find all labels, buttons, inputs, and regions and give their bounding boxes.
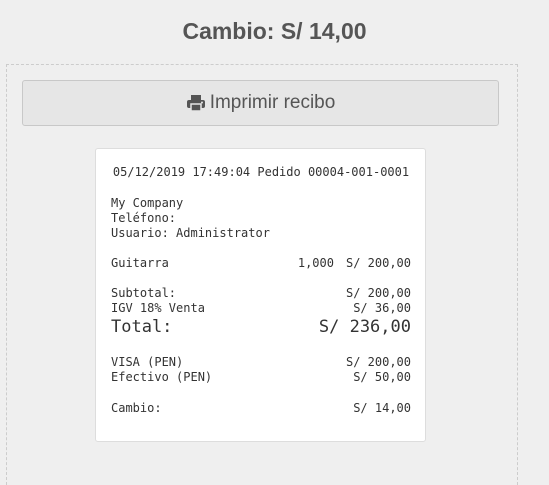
total-row: Total: S/ 236,00	[111, 316, 411, 338]
receipt-payments: VISA (PEN) S/ 200,00 Efectivo (PEN) S/ 5…	[111, 355, 411, 385]
payment-row: Efectivo (PEN) S/ 50,00	[111, 370, 411, 385]
receipt-company-block: My Company Teléfono: Usuario: Administra…	[111, 196, 411, 241]
payment-value: S/ 200,00	[345, 355, 411, 369]
receipt-change: Cambio: S/ 14,00	[111, 401, 411, 416]
user-line: Usuario: Administrator	[111, 226, 270, 240]
phone-label: Teléfono:	[111, 211, 177, 225]
print-receipt-button[interactable]: Imprimir recibo	[22, 80, 499, 126]
payment-label: VISA (PEN)	[111, 355, 184, 369]
item-qty: 1,000	[297, 256, 334, 270]
payment-row: VISA (PEN) S/ 200,00	[111, 355, 411, 370]
receipt-header: 05/12/2019 17:49:04 Pedido 00004-001-000…	[112, 165, 410, 179]
receipt-items: Guitarra 1,000 S/ 200,00	[111, 256, 411, 271]
total-value: S/ 236,00	[318, 317, 411, 337]
item-price: S/ 200,00	[345, 256, 411, 270]
payment-label: Efectivo (PEN)	[111, 370, 213, 384]
subtotal-label: Subtotal:	[111, 286, 177, 300]
print-receipt-label: Imprimir recibo	[209, 92, 336, 113]
subtotal-row: Subtotal: S/ 200,00	[111, 286, 411, 301]
change-label: Cambio:	[111, 401, 162, 415]
tax-label: IGV 18% Venta	[111, 301, 205, 315]
list-item: Guitarra 1,000 S/ 200,00	[111, 256, 411, 271]
change-row: Cambio: S/ 14,00	[111, 401, 411, 416]
payment-value: S/ 50,00	[353, 370, 411, 384]
company-name: My Company	[111, 196, 184, 210]
tax-row: IGV 18% Venta S/ 36,00	[111, 301, 411, 316]
tax-value: S/ 36,00	[353, 301, 411, 315]
total-label: Total:	[111, 317, 173, 337]
change-value: S/ 14,00	[353, 401, 411, 415]
item-name: Guitarra	[111, 256, 169, 270]
printer-icon	[186, 94, 206, 112]
subtotal-value: S/ 200,00	[345, 286, 411, 300]
receipt: 05/12/2019 17:49:04 Pedido 00004-001-000…	[95, 148, 426, 442]
change-title: Cambio: S/ 14,00	[182, 17, 367, 44]
receipt-totals: Subtotal: S/ 200,00 IGV 18% Venta S/ 36,…	[111, 286, 411, 338]
